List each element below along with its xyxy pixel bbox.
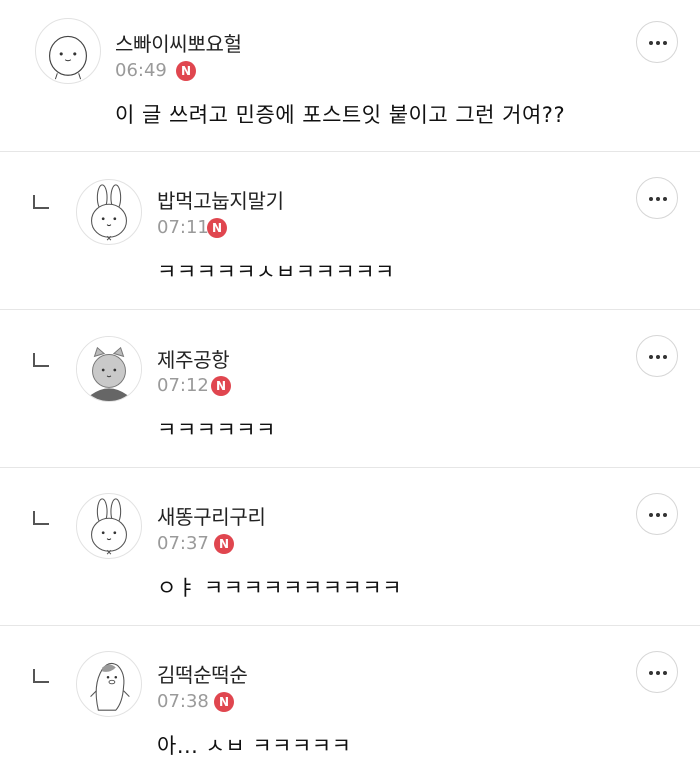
comment-time: 07:37 (157, 533, 209, 554)
reply-item: 밥먹고눕지말기 07:11 N ㅋㅋㅋㅋㅋㅅㅂㅋㅋㅋㅋㅋ (0, 152, 700, 310)
comment-body: 아... ㅅㅂ ㅋㅋㅋㅋㅋ (157, 734, 352, 758)
more-options-button[interactable] (636, 335, 678, 377)
more-options-button[interactable] (636, 177, 678, 219)
comment-nickname[interactable]: 스빠이씨뽀요헐 (115, 28, 242, 57)
penguin-character-icon (90, 662, 130, 711)
more-options-button[interactable] (636, 651, 678, 693)
reply-arrow-icon (33, 353, 49, 367)
blob-character-icon (48, 35, 88, 80)
more-options-button[interactable] (636, 21, 678, 63)
avatar[interactable] (35, 18, 101, 84)
reply-arrow-icon (33, 669, 49, 683)
new-badge: N (211, 376, 231, 396)
new-badge: N (207, 218, 227, 238)
comment-time: 06:49 (115, 60, 167, 81)
new-badge: N (176, 61, 196, 81)
reply-arrow-icon (33, 511, 49, 525)
reply-item: 새똥구리구리 07:37 N ㅇㅑ ㅋㅋㅋㅋㅋㅋㅋㅋㅋㅋ (0, 468, 700, 626)
comment-time: 07:38 (157, 691, 209, 712)
avatar[interactable] (76, 651, 142, 717)
comment-body: ㅋㅋㅋㅋㅋㅅㅂㅋㅋㅋㅋㅋ (157, 260, 395, 284)
more-options-button[interactable] (636, 493, 678, 535)
new-badge: N (214, 534, 234, 554)
reply-arrow-icon (33, 195, 49, 209)
bunny-character-icon (91, 498, 127, 555)
bunny-character-icon (91, 184, 127, 241)
comment-nickname[interactable]: 김떡순떡순 (157, 659, 248, 688)
avatar[interactable] (76, 179, 142, 245)
comment-body: ㅋㅋㅋㅋㅋㅋ (157, 418, 276, 442)
avatar[interactable] (76, 493, 142, 559)
reply-item: 김떡순떡순 07:38 N 아... ㅅㅂ ㅋㅋㅋㅋㅋ (0, 626, 700, 783)
comment-body: ㅇㅑ ㅋㅋㅋㅋㅋㅋㅋㅋㅋㅋ (157, 576, 403, 600)
comment-nickname[interactable]: 새똥구리구리 (157, 501, 266, 530)
new-badge: N (214, 692, 234, 712)
comment-body: 이 글 쓰려고 민증에 포스트잇 붙이고 그런 거여?? (115, 103, 566, 127)
comment-nickname[interactable]: 밥먹고눕지말기 (157, 185, 284, 214)
comment-item: 스빠이씨뽀요헐 06:49 N 이 글 쓰려고 민증에 포스트잇 붙이고 그런 … (0, 0, 700, 152)
reply-item: 제주공항 07:12 N ㅋㅋㅋㅋㅋㅋ (0, 310, 700, 468)
gray-cat-character-icon (77, 337, 141, 401)
comment-time: 07:11 (157, 217, 209, 238)
comment-nickname[interactable]: 제주공항 (157, 344, 230, 373)
avatar[interactable] (76, 336, 142, 402)
comment-time: 07:12 (157, 375, 209, 396)
